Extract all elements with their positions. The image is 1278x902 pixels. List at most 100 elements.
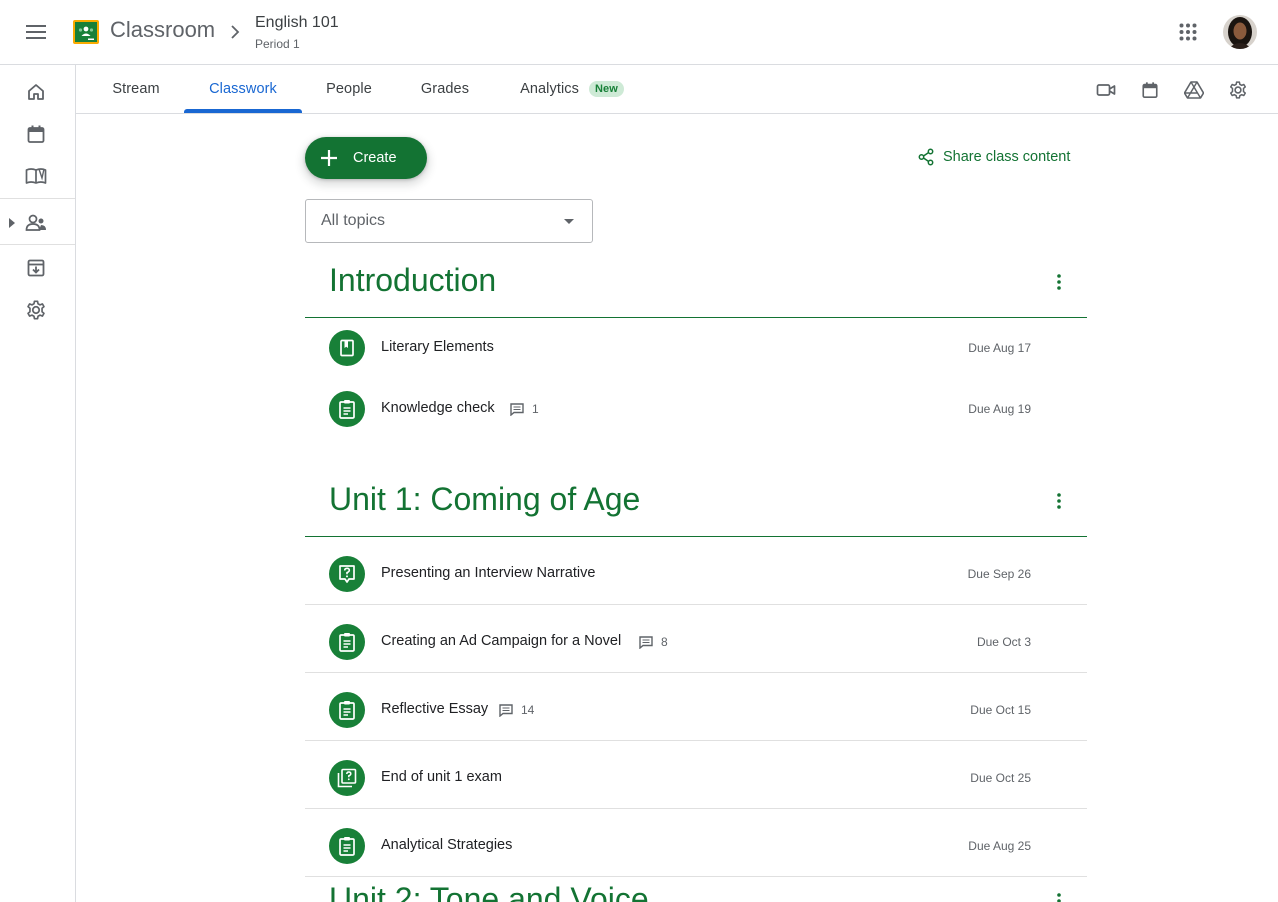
topic-filter-dropdown[interactable]: All topics <box>305 199 593 243</box>
video-camera-icon <box>1096 84 1116 96</box>
plus-icon <box>321 150 337 166</box>
account-avatar[interactable] <box>1223 15 1257 49</box>
item-title: End of unit 1 exam <box>381 769 502 785</box>
class-tab-bar: Stream Classwork People Grades Analytics… <box>76 65 1278 114</box>
calendar-icon <box>1142 82 1158 99</box>
topic-options-button[interactable] <box>1047 489 1071 513</box>
people-icon <box>25 214 46 231</box>
comment-count: 14 <box>521 703 535 717</box>
top-app-bar: Classroom English 101 Period 1 <box>0 0 1278 65</box>
tab-analytics[interactable]: Analytics New <box>506 65 638 113</box>
classwork-item[interactable]: End of unit 1 exam Due Oct 25 <box>305 748 1087 808</box>
more-vert-icon <box>1057 493 1061 509</box>
new-badge: New <box>589 81 624 97</box>
calendar-icon <box>27 125 45 143</box>
item-due-date: Due Aug 25 <box>968 839 1031 853</box>
dropdown-arrow-icon <box>564 219 574 224</box>
rail-to-review[interactable] <box>18 158 54 194</box>
more-vert-icon <box>1057 893 1061 902</box>
item-title: Reflective Essay <box>381 701 489 717</box>
tab-stream[interactable]: Stream <box>94 65 178 113</box>
assignment-icon <box>329 692 365 728</box>
create-button[interactable]: Create <box>305 137 427 179</box>
rail-divider <box>0 244 75 245</box>
classwork-item[interactable]: Presenting an Interview Narrative Due Se… <box>305 544 1087 604</box>
home-icon <box>28 84 44 100</box>
question-icon <box>329 556 365 592</box>
topic-divider <box>305 536 1087 537</box>
topic-title: Unit 2: Tone and Voice <box>329 881 649 902</box>
tab-classwork[interactable]: Classwork <box>184 65 302 113</box>
rail-home[interactable] <box>18 74 54 110</box>
item-title: Analytical Strategies <box>381 837 513 853</box>
item-due-date: Due Sep 26 <box>967 567 1031 581</box>
settings-icon <box>1230 81 1246 99</box>
topic-title: Introduction <box>329 262 497 298</box>
row-divider <box>305 604 1087 605</box>
row-divider <box>305 740 1087 741</box>
rail-enrolled[interactable] <box>18 205 54 241</box>
classwork-item[interactable]: Literary Elements Due Aug 17 <box>305 318 1087 378</box>
app-title[interactable]: Classroom <box>110 17 215 43</box>
archive-icon <box>27 259 45 277</box>
share-class-content-button[interactable]: Share class content <box>918 148 1070 166</box>
class-name[interactable]: English 101 <box>255 14 339 32</box>
drive-folder-button[interactable] <box>1179 75 1209 105</box>
chevron-right-icon <box>231 25 240 39</box>
comment-icon <box>510 402 524 416</box>
item-title: Literary Elements <box>381 339 494 355</box>
more-vert-icon <box>1057 274 1061 290</box>
quiz-icon <box>329 760 365 796</box>
assignment-icon <box>329 828 365 864</box>
item-due-date: Due Oct 25 <box>970 771 1031 785</box>
classwork-item[interactable]: Analytical Strategies Due Aug 25 <box>305 816 1087 876</box>
comment-count: 1 <box>532 402 539 416</box>
item-title: Creating an Ad Campaign for a Novel <box>381 633 622 649</box>
item-comment-count[interactable]: 1 <box>510 402 539 416</box>
classwork-item[interactable]: Creating an Ad Campaign for a Novel 8 Du… <box>305 612 1087 672</box>
rail-archived[interactable] <box>18 250 54 286</box>
share-class-content-label: Share class content <box>943 149 1071 165</box>
apps-grid-icon <box>1179 23 1197 41</box>
rail-divider <box>0 198 75 199</box>
comment-icon <box>499 703 513 717</box>
create-button-label: Create <box>353 150 397 166</box>
comment-count: 8 <box>661 635 668 649</box>
classwork-item[interactable]: Knowledge check 1 Due Aug 19 <box>305 379 1087 439</box>
settings-icon <box>27 300 45 320</box>
material-icon <box>329 330 365 366</box>
rail-settings[interactable] <box>18 292 54 328</box>
class-section: Period 1 <box>255 37 300 51</box>
tab-grades[interactable]: Grades <box>402 65 488 113</box>
item-comment-count[interactable]: 14 <box>499 703 534 717</box>
google-calendar-button[interactable] <box>1135 75 1165 105</box>
row-divider <box>305 808 1087 809</box>
topic-options-button[interactable] <box>1047 270 1071 294</box>
drive-icon <box>1184 81 1204 99</box>
meet-button[interactable] <box>1091 75 1121 105</box>
assignment-icon <box>329 391 365 427</box>
tab-people[interactable]: People <box>308 65 390 113</box>
item-due-date: Due Aug 19 <box>968 402 1031 416</box>
item-due-date: Due Aug 17 <box>968 341 1031 355</box>
row-divider <box>305 672 1087 673</box>
menu-icon <box>26 25 46 39</box>
item-due-date: Due Oct 3 <box>976 635 1031 649</box>
topic-options-button[interactable] <box>1047 889 1071 902</box>
tab-analytics-label: Analytics <box>520 81 579 97</box>
rail-calendar[interactable] <box>18 116 54 152</box>
main-menu-button[interactable] <box>18 14 54 50</box>
comment-icon <box>639 635 653 649</box>
class-settings-button[interactable] <box>1223 75 1253 105</box>
classwork-item[interactable]: Reflective Essay 14 Due Oct 15 <box>305 680 1087 740</box>
assignment-icon <box>329 624 365 660</box>
classroom-logo-icon[interactable] <box>73 20 99 44</box>
item-title: Presenting an Interview Narrative <box>381 565 596 581</box>
item-comment-count[interactable]: 8 <box>639 635 668 649</box>
navigation-rail <box>0 65 76 902</box>
book-icon <box>25 168 47 184</box>
caret-right-icon[interactable] <box>9 218 15 228</box>
google-apps-button[interactable] <box>1170 14 1206 50</box>
active-tab-indicator <box>184 109 302 113</box>
row-divider <box>305 876 1087 877</box>
